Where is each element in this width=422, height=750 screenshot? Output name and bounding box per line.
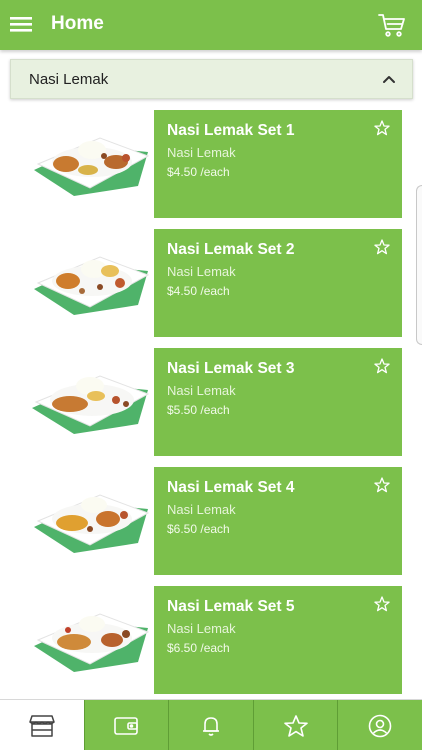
bell-icon [202,716,219,736]
product-name: Nasi Lemak Set 2 [167,241,295,258]
nav-tab-wallet[interactable] [83,700,169,750]
favorite-star-icon[interactable] [374,120,390,136]
app-bar: Home [0,0,422,50]
store-icon [29,714,55,737]
product-image [34,494,150,553]
favorite-star-icon[interactable] [374,596,390,612]
wallet-icon [114,716,139,735]
category-header[interactable]: Nasi Lemak [10,59,413,99]
product-price: $6.50 /each [167,641,230,655]
product-card[interactable]: Nasi Lemak Set 2 Nasi Lemak $4.50 /each [154,229,402,337]
favorite-star-icon[interactable] [374,477,390,493]
product-category: Nasi Lemak [167,621,236,636]
star-icon [283,714,308,737]
favorite-star-icon[interactable] [374,239,390,255]
profile-icon [368,714,392,737]
product-category: Nasi Lemak [167,264,236,279]
product-image [34,613,150,672]
product-name: Nasi Lemak Set 3 [167,360,295,377]
product-item[interactable]: Nasi Lemak Set 1 Nasi Lemak $4.50 /each [0,110,422,218]
product-image [34,137,150,196]
product-name: Nasi Lemak Set 4 [167,479,295,496]
category-title: Nasi Lemak [29,70,109,88]
product-card[interactable]: Nasi Lemak Set 1 Nasi Lemak $4.50 /each [154,110,402,218]
product-category: Nasi Lemak [167,383,236,398]
chevron-up-icon[interactable] [382,73,396,85]
nav-tab-profile[interactable] [337,700,422,750]
product-price: $4.50 /each [167,284,230,298]
cart-icon[interactable] [378,12,406,38]
favorite-star-icon[interactable] [374,358,390,374]
page-title: Home [51,13,104,34]
product-name: Nasi Lemak Set 1 [167,122,295,139]
bottom-nav [0,699,422,750]
product-item[interactable]: Nasi Lemak Set 4 Nasi Lemak $6.50 /each [0,467,422,575]
hamburger-menu-icon[interactable] [10,14,32,34]
product-price: $4.50 /each [167,165,230,179]
nav-tab-favorites[interactable] [252,700,338,750]
product-price: $5.50 /each [167,403,230,417]
product-item[interactable]: Nasi Lemak Set 2 Nasi Lemak $4.50 /each [0,229,422,337]
product-category: Nasi Lemak [167,502,236,517]
product-item[interactable]: Nasi Lemak Set 5 Nasi Lemak $6.50 /each [0,586,422,694]
product-price: $6.50 /each [167,522,230,536]
product-card[interactable]: Nasi Lemak Set 4 Nasi Lemak $6.50 /each [154,467,402,575]
product-card[interactable]: Nasi Lemak Set 3 Nasi Lemak $5.50 /each [154,348,402,456]
nav-tab-store[interactable] [0,700,84,750]
product-card[interactable]: Nasi Lemak Set 5 Nasi Lemak $6.50 /each [154,586,402,694]
product-item[interactable]: Nasi Lemak Set 3 Nasi Lemak $5.50 /each [0,348,422,456]
product-name: Nasi Lemak Set 5 [167,598,295,615]
product-image [32,375,150,434]
nav-tab-notifications[interactable] [168,700,253,750]
product-image [34,256,150,315]
product-category: Nasi Lemak [167,145,236,160]
